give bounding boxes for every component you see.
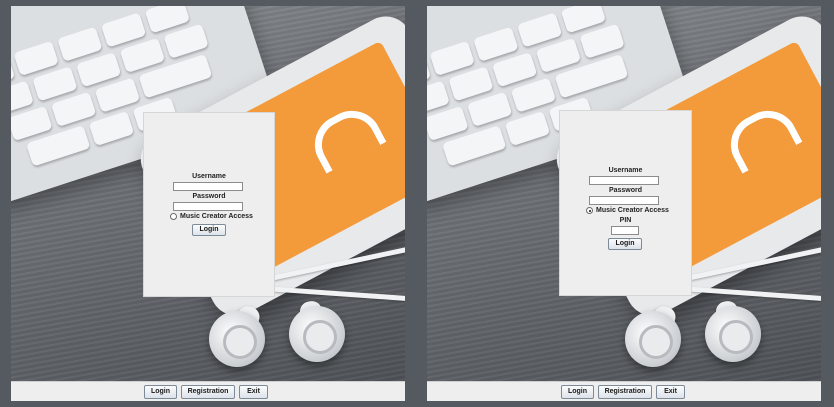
registration-button[interactable]: Registration [181,385,235,399]
password-input[interactable] [589,196,659,205]
music-creator-access-radio[interactable] [586,207,593,214]
headphones-icon [720,100,803,174]
registration-button[interactable]: Registration [598,385,652,399]
password-label: Password [608,187,643,194]
music-creator-access-label: Music Creator Access [180,213,253,220]
exit-button[interactable]: Exit [239,385,268,399]
music-creator-access-label: Music Creator Access [596,207,669,214]
login-card: Username Password Music Creator Access P… [559,110,692,296]
music-creator-access-option[interactable]: Music Creator Access [170,213,253,220]
login-card: Username Password Music Creator Access L… [143,112,275,297]
earbud-image [705,306,761,362]
login-window-music-creator: Username Password Music Creator Access P… [427,6,821,401]
password-label: Password [192,193,226,200]
username-label: Username [192,173,226,180]
earbud-image [625,311,681,367]
login-button[interactable]: Login [192,224,226,236]
username-input[interactable] [173,182,243,191]
login-button[interactable]: Login [608,238,642,250]
pin-label: PIN [619,217,632,224]
music-creator-access-radio[interactable] [170,213,177,220]
earbud-image [289,306,345,362]
earbud-image [209,311,265,367]
username-input[interactable] [589,176,659,185]
password-input[interactable] [173,202,243,211]
username-label: Username [608,167,643,174]
bottom-login-button[interactable]: Login [561,385,594,399]
music-creator-access-option[interactable]: Music Creator Access [586,207,669,214]
login-window-default: Username Password Music Creator Access L… [11,6,405,401]
pin-input[interactable] [611,226,639,235]
bottom-login-button[interactable]: Login [144,385,177,399]
headphones-icon [304,100,387,174]
bottom-bar: Login Registration Exit [11,381,405,401]
bottom-bar: Login Registration Exit [427,381,821,401]
exit-button[interactable]: Exit [656,385,685,399]
